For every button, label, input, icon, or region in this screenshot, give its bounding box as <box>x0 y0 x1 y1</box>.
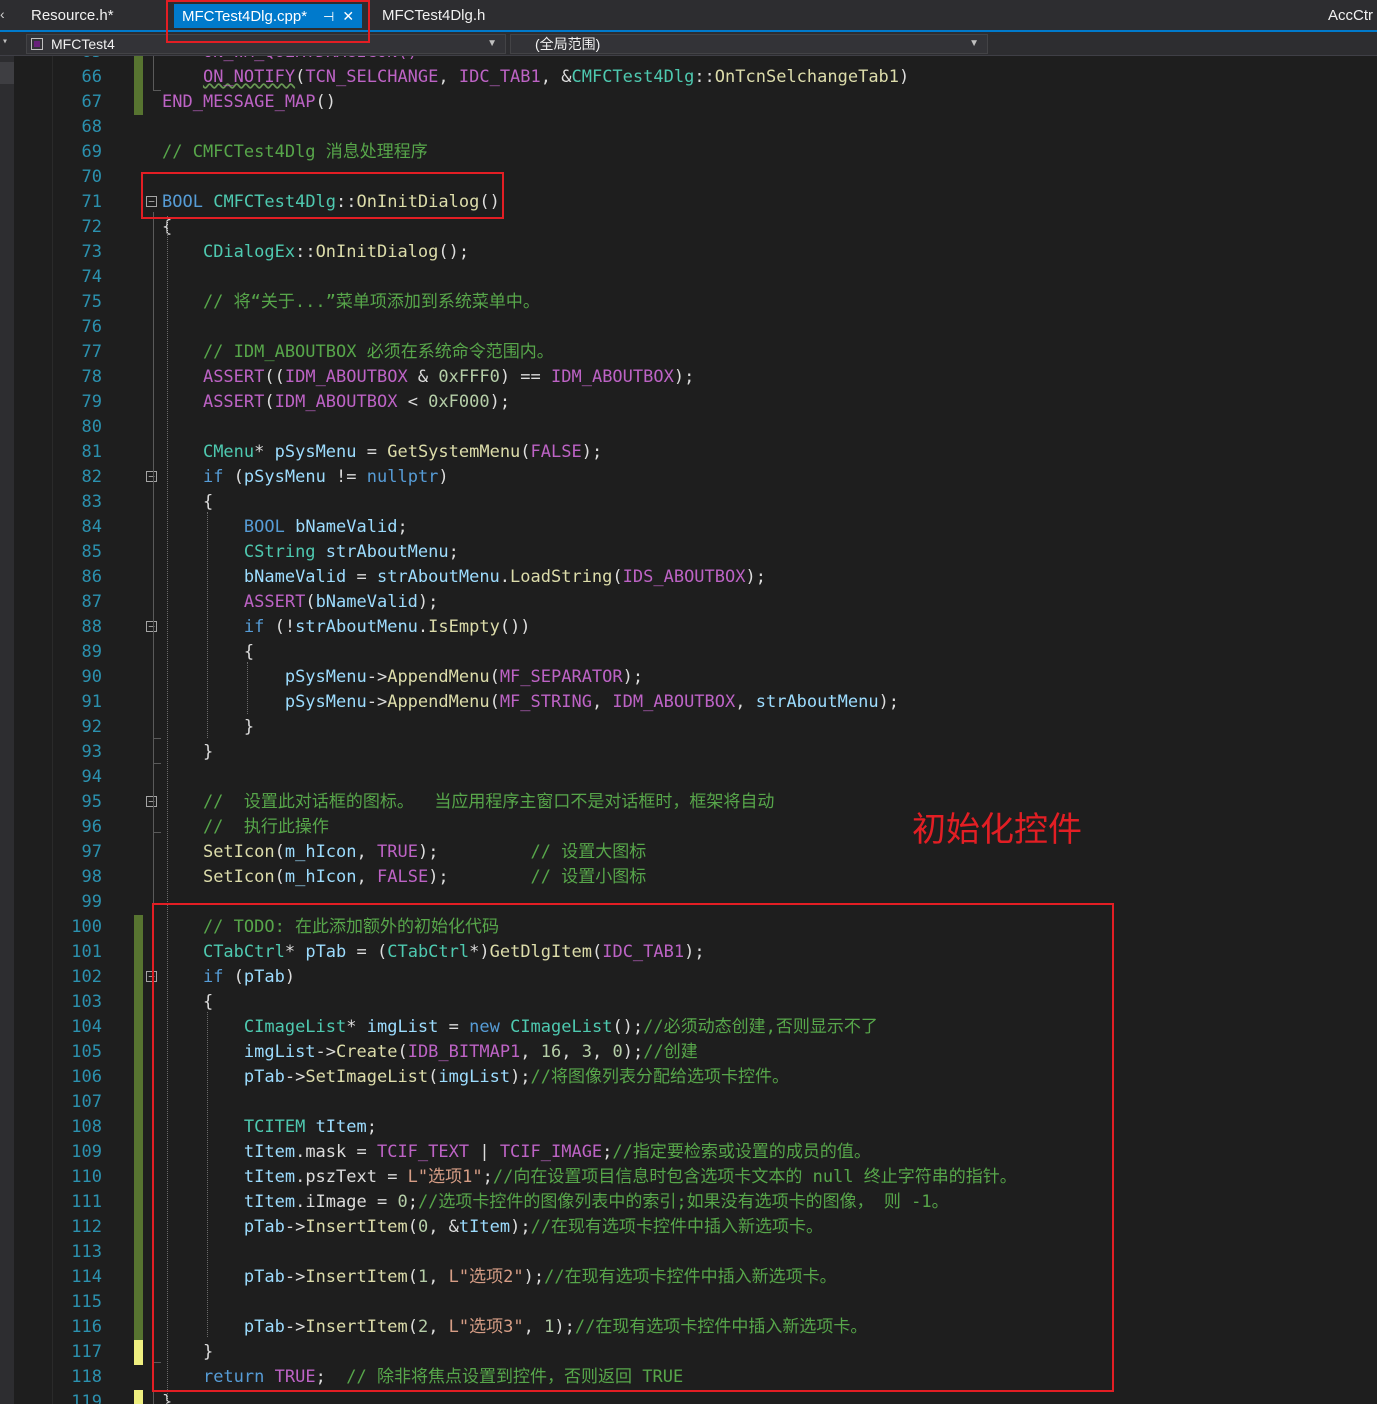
tab-label: MFCTest4Dlg.h <box>382 7 486 24</box>
fold-guide <box>153 738 161 739</box>
project-icon <box>31 38 43 50</box>
scope-name: (全局范围) <box>535 36 601 52</box>
annotation-label: 初始化控件 <box>912 810 1082 850</box>
tab-accctr[interactable]: AccCtr <box>1328 4 1373 28</box>
indent-guide <box>247 662 248 714</box>
tab-label: Resource.h* <box>31 7 114 24</box>
scope-dropdown[interactable]: (全局范围) ▼ <box>510 34 988 54</box>
indent-guide <box>207 512 208 738</box>
fold-guide <box>153 56 154 91</box>
highlight-box-oninitdialog <box>141 172 504 219</box>
chevron-down-icon[interactable]: ▾ <box>2 36 8 47</box>
highlight-box-active-tab <box>166 0 370 43</box>
fold-guide <box>153 763 161 764</box>
chevron-down-icon: ▼ <box>487 38 497 49</box>
tab-mfctest4dlg-h[interactable]: MFCTest4Dlg.h <box>382 4 485 28</box>
chevron-down-icon: ▼ <box>969 38 979 49</box>
fold-guide <box>153 90 161 91</box>
project-name: MFCTest4 <box>51 36 115 52</box>
tab-label: AccCtr <box>1328 7 1373 24</box>
chevron-left-icon[interactable]: ‹ <box>0 6 5 22</box>
highlight-box-init-code <box>152 903 1114 1392</box>
fold-guide <box>153 832 161 833</box>
tab-resource-h[interactable]: Resource.h* <box>31 4 114 28</box>
